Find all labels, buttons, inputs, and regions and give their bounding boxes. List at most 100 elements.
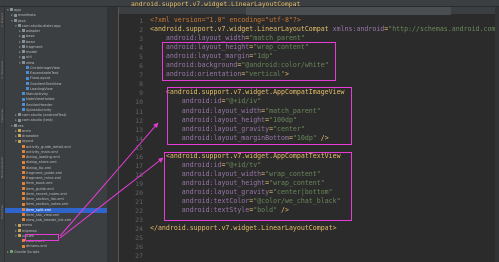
code-line[interactable]: <android.support.v7.widget.LinearLayoutC… <box>150 25 499 34</box>
java-icon <box>26 76 29 80</box>
tree-item[interactable]: ▸ com.studio (test) <box>5 118 107 123</box>
breadcrumb-text[interactable]: android.support.v7.widget.LinearLayoutCo… <box>131 0 300 8</box>
tree-item[interactable]: item_section_list.xml <box>5 197 107 202</box>
line-number: 12 <box>135 116 143 125</box>
breadcrumb-highlight <box>246 7 451 15</box>
tree-item[interactable]: ▾ com.studio.dialer.app <box>5 24 107 29</box>
tree-item[interactable]: ▸ manifests <box>5 13 107 18</box>
tree-item[interactable]: GradientTextView <box>5 82 107 87</box>
code-token: </android.support.v7.widget.LinearLayout… <box>150 224 337 233</box>
line-number: 19 <box>135 179 143 188</box>
tree-item[interactable]: dialog_share.xml <box>5 160 107 165</box>
tree-item[interactable]: ▾ view <box>5 61 107 66</box>
folder-icon <box>22 39 25 43</box>
line-number: 1 <box>139 17 143 25</box>
tree-item-label: Gradle Scripts <box>14 249 40 254</box>
tree-item-label: layout <box>22 139 34 144</box>
tree-item[interactable]: dimens.xml <box>5 244 107 249</box>
tree-item[interactable]: item_split.xml <box>5 207 107 213</box>
res-icon <box>18 228 21 232</box>
tree-item[interactable]: NoteViewHolder <box>5 97 107 102</box>
tree-item-label: java <box>18 18 26 23</box>
tree-item[interactable]: ▸ com.studio (androidTest) <box>5 113 107 118</box>
tree-item[interactable]: dialog_tip.xml <box>5 166 107 171</box>
code-line[interactable]: </android.support.v7.widget.LinearLayout… <box>150 224 337 233</box>
tree-item-label: dialog_loading.xml <box>26 155 60 159</box>
line-number: 21 <box>135 198 143 206</box>
tree-item-label: fragment_mine.xml <box>26 176 62 180</box>
java-icon <box>26 81 29 85</box>
tree-item[interactable]: ▸ model <box>5 50 107 55</box>
tree-item-label: view_tab_header_list.xml <box>26 218 72 222</box>
tree-item[interactable]: ▾ res <box>5 124 107 129</box>
tree-item[interactable]: LoadingView <box>5 87 107 92</box>
tree-item[interactable]: ▸ bean <box>5 40 107 45</box>
folder-icon <box>10 8 13 12</box>
tree-item[interactable]: item_book.xml <box>5 181 107 186</box>
line-number: 14 <box>135 134 143 143</box>
res-icon <box>18 134 21 138</box>
project-tree[interactable]: ▾ app ▸ manifests ▾ java ▾ com.studio.dialer.ap… <box>5 7 107 262</box>
tree-item-label: fragment_guide.xml <box>26 170 63 175</box>
xml-icon <box>22 192 25 196</box>
tree-item[interactable]: ▸ fragment <box>5 45 107 50</box>
gradle-icon <box>10 249 13 253</box>
tree-item[interactable]: ▾ app <box>5 8 107 13</box>
tree-item[interactable]: CircleImageView <box>5 66 107 71</box>
tree-item-label: item_tab_view.xml <box>26 212 60 217</box>
tree-item-label: com.studio (test) <box>22 118 53 123</box>
line-number: 8 <box>139 80 143 89</box>
line-number: 18 <box>135 170 143 179</box>
line-number: 9 <box>139 89 143 98</box>
tree-item[interactable]: fragment_mine.xml <box>5 176 107 181</box>
tree-item[interactable]: dialog_loading.xml <box>5 155 107 160</box>
tree-item[interactable]: ▸ mipmap <box>5 229 107 234</box>
folder-icon <box>22 55 25 59</box>
code-token: "match_parent" <box>249 34 305 43</box>
tree-item[interactable]: item_guide.xml <box>5 187 107 192</box>
folder-icon <box>22 50 25 54</box>
java-icon <box>22 97 25 101</box>
tree-item[interactable]: ▸ Gradle Scripts <box>5 250 107 255</box>
tree-item[interactable]: SectionHeader <box>5 103 107 108</box>
tree-item[interactable]: SplashActivity <box>5 108 107 113</box>
folder-icon <box>22 60 25 64</box>
tree-item[interactable]: ▸ drawable <box>5 134 107 139</box>
tree-item[interactable]: ▸ base <box>5 34 107 39</box>
tree-item[interactable]: ▸ util <box>5 55 107 60</box>
code-editor[interactable]: 1 <?xml version="1.0" encoding="utf-8"?> 2… <box>119 7 499 262</box>
tree-item[interactable]: ▸ adapter <box>5 29 107 34</box>
line-number: 2 <box>139 26 143 35</box>
editor-scrollbar[interactable] <box>495 7 499 262</box>
xml-icon <box>22 144 25 148</box>
xml-icon <box>22 165 25 169</box>
tree-item[interactable]: item_section_notes.xml <box>5 202 107 207</box>
tree-item[interactable]: FlowLayout <box>5 76 107 81</box>
tree-item-label: SplashActivity <box>26 107 52 112</box>
tree-item[interactable]: activity_main.xml <box>5 150 107 155</box>
java-icon <box>22 92 25 96</box>
tree-item[interactable]: MainActivity <box>5 92 107 97</box>
java-icon <box>26 87 29 91</box>
java-icon <box>26 71 29 75</box>
tree-item[interactable]: ExpandableText <box>5 71 107 76</box>
tree-item[interactable]: activity_guide_detail.xml <box>5 145 107 150</box>
tree-item[interactable]: ▸ anim <box>5 129 107 134</box>
tree-item-label: SectionHeader <box>26 102 53 107</box>
line-number: 20 <box>135 188 143 197</box>
res-icon <box>18 129 21 133</box>
tree-item[interactable]: ▸ menu <box>5 223 107 228</box>
tree-item[interactable]: ▾ layout <box>5 139 107 144</box>
tree-item-label: res <box>18 123 24 128</box>
code-line[interactable]: <?xml version="1.0" encoding="utf-8"?> <box>150 16 301 25</box>
tree-item[interactable]: item_tab_view.xml <box>5 213 107 218</box>
tree-item[interactable]: item_recent_notes.xml <box>5 192 107 197</box>
tree-item[interactable]: ▾ java <box>5 19 107 24</box>
line-number: 23 <box>135 216 143 225</box>
tree-item[interactable]: view_tab_header_list.xml <box>5 218 107 223</box>
tree-item-label: dimens.xml <box>26 244 47 249</box>
tree-item-label: menu <box>22 223 33 228</box>
tree-item[interactable]: fragment_guide.xml <box>5 171 107 176</box>
line-number: 27 <box>135 252 143 261</box>
line-number: 17 <box>135 161 143 170</box>
